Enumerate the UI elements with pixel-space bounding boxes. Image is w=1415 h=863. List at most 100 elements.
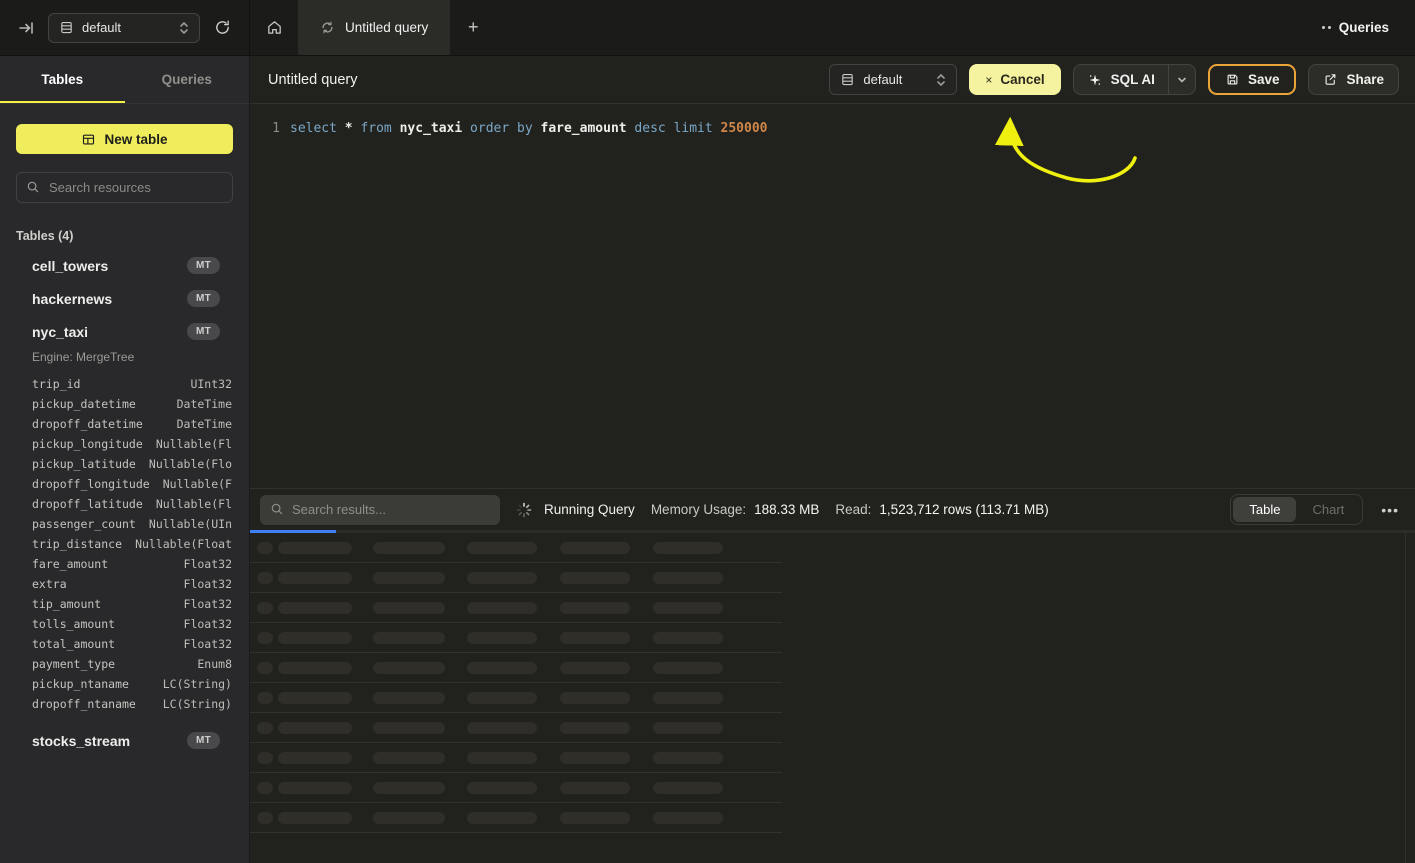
query-database-selector[interactable]: default [829,64,957,95]
column-type: DateTime [177,397,232,411]
table-name: stocks_stream [32,733,130,749]
skeleton-cell [373,662,445,674]
queries-link[interactable]: Queries [1322,0,1415,55]
skeleton-cell [373,572,445,584]
sql-console-app: default Untitled query + Que [0,0,1415,863]
skeleton-cell [278,662,352,674]
loading-spinner-icon [516,502,532,518]
status-text: Running Query [544,502,635,517]
sql-ai-button[interactable]: SQL AI [1073,64,1196,95]
skeleton-cell [278,782,352,794]
queries-link-label: Queries [1339,20,1389,35]
skeleton-row [250,563,782,593]
more-options-button[interactable]: ••• [1381,502,1399,518]
tables-section-header: Tables (4) [16,229,249,243]
sql-token: nyc_taxi [400,121,470,136]
skeleton-cell [467,572,537,584]
save-icon [1225,72,1240,87]
column-row: tip_amountFloat32 [0,594,249,614]
table-row-stocks-stream[interactable]: stocks_stream MT [0,724,249,757]
column-row: dropoff_longitudeNullable(F [0,474,249,494]
skeleton-cell [373,722,445,734]
results-scrollbar-track[interactable] [1405,533,1406,863]
skeleton-row [250,773,782,803]
column-row: total_amountFloat32 [0,634,249,654]
table-row-hackernews[interactable]: hackernews MT [0,282,249,315]
skeleton-cell [257,572,273,584]
collapse-sidebar-icon[interactable] [18,20,34,36]
column-row: dropoff_latitudeNullable(Fl [0,494,249,514]
share-button[interactable]: Share [1308,64,1399,95]
ai-sparkle-icon [1087,72,1103,88]
skeleton-cell [653,722,723,734]
table-row-nyc-taxi[interactable]: nyc_taxi MT [0,315,249,348]
skeleton-cell [257,782,273,794]
sql-token: desc [634,121,673,136]
engine-badge: MT [187,257,220,274]
new-table-button[interactable]: New table [16,124,233,154]
skeleton-cell [278,572,352,584]
sql-ai-label: SQL AI [1111,72,1155,87]
column-type: Float32 [184,617,232,631]
column-row: fare_amountFloat32 [0,554,249,574]
column-type: Nullable(UIn [149,517,232,531]
skeleton-cell [653,752,723,764]
cancel-button[interactable]: × Cancel [969,64,1060,95]
topbar-database-selector[interactable]: default [48,13,200,43]
column-type: Float32 [184,577,232,591]
skeleton-row [250,533,782,563]
sql-ai-main[interactable]: SQL AI [1074,65,1168,94]
sidebar-tab-queries[interactable]: Queries [125,56,250,103]
sql-ai-dropdown[interactable] [1168,65,1195,94]
database-icon [840,72,855,87]
skeleton-cell [257,692,273,704]
column-name: tolls_amount [32,617,115,631]
toggle-chart[interactable]: Chart [1296,497,1360,522]
toggle-table[interactable]: Table [1233,497,1296,522]
skeleton-cell [373,542,445,554]
skeleton-cell [257,602,273,614]
sql-token: limit [674,121,721,136]
search-results-input[interactable] [260,495,500,525]
column-name: dropoff_longitude [32,477,150,491]
skeleton-cell [467,662,537,674]
skeleton-cell [560,662,630,674]
save-button[interactable]: Save [1208,64,1297,95]
skeleton-row [250,653,782,683]
share-icon [1323,72,1338,87]
sql-editor[interactable]: 1 select * from nyc_taxi order by fare_a… [250,104,1415,488]
active-tab-underline [0,101,125,104]
header-controls: default × Cancel SQL AI [829,64,1399,95]
skeleton-cell [653,632,723,644]
engine-badge: MT [187,323,220,340]
refresh-icon[interactable] [214,19,231,36]
column-name: pickup_latitude [32,457,136,471]
page-title: Untitled query [268,72,357,88]
skeleton-cell [467,632,537,644]
search-resources-input[interactable] [16,172,233,203]
memory-usage-value: 188.33 MB [754,502,819,517]
table-row-cell-towers[interactable]: cell_towers MT [0,249,249,282]
skeleton-cell [653,602,723,614]
line-number: 1 [250,120,280,138]
tab-untitled-query[interactable]: Untitled query [298,0,450,55]
new-tab-button[interactable]: + [450,0,496,55]
column-type: LC(String) [163,677,232,691]
column-name: dropoff_ntaname [32,697,136,711]
skeleton-cell [467,542,537,554]
column-type: Nullable(Flo [149,457,232,471]
chevron-up-down-icon [936,73,946,87]
column-row: dropoff_ntanameLC(String) [0,694,249,714]
sql-token: 250000 [721,121,768,136]
column-name: extra [32,577,67,591]
memory-usage-stat: Memory Usage: 188.33 MB [651,502,820,517]
home-icon[interactable] [250,0,298,55]
skeleton-cell [278,752,352,764]
skeleton-cell [373,632,445,644]
sidebar-tab-tables[interactable]: Tables [0,56,125,103]
column-type: Float32 [184,557,232,571]
column-row: payment_typeEnum8 [0,654,249,674]
column-row: trip_distanceNullable(Float [0,534,249,554]
skeleton-cell [560,542,630,554]
column-row: pickup_longitudeNullable(Fl [0,434,249,454]
